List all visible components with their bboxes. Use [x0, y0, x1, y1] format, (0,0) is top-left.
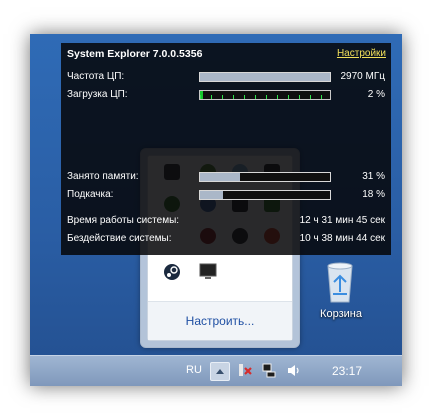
uptime-label: Время работы системы:: [67, 215, 180, 226]
clock[interactable]: 23:17: [332, 364, 362, 378]
settings-link[interactable]: Настройки: [337, 48, 386, 59]
idle-label: Бездействие системы:: [67, 233, 172, 244]
swap-row: Подкачка: 18 %: [67, 189, 385, 203]
monitor-icon[interactable]: [198, 262, 218, 282]
cpu-frequency-value: 2970 МГц: [340, 71, 386, 82]
recycle-bin-icon: [324, 260, 356, 304]
action-center-icon[interactable]: [237, 363, 253, 378]
swap-value: 18 %: [362, 189, 385, 200]
cpu-load-bar: [199, 90, 331, 100]
memory-row: Занято памяти: 31 %: [67, 171, 385, 185]
uptime-row: Время работы системы: 12 ч 31 мин 45 сек: [67, 215, 385, 229]
swap-bar: [199, 190, 331, 200]
swap-label: Подкачка:: [67, 189, 114, 200]
volume-icon[interactable]: [286, 363, 302, 378]
cpu-load-ticks: [200, 95, 330, 99]
memory-bar: [199, 172, 331, 182]
swap-fill: [200, 191, 224, 199]
memory-fill: [200, 173, 241, 181]
customize-link[interactable]: Настроить...: [148, 301, 292, 340]
recycle-bin-label: Корзина: [320, 308, 362, 320]
cpu-load-value: 2 %: [367, 89, 385, 100]
cpu-frequency-bar: [199, 72, 331, 82]
cpu-frequency-label: Частота ЦП:: [67, 71, 125, 82]
memory-value: 31 %: [362, 171, 385, 182]
system-explorer-widget: System Explorer 7.0.0.5356 Настройки Час…: [61, 43, 391, 255]
idle-row: Бездействие системы: 10 ч 38 мин 44 сек: [67, 233, 385, 247]
uptime-value: 12 ч 31 мин 45 сек: [299, 215, 385, 226]
cpu-frequency-fill: [200, 73, 330, 81]
language-indicator[interactable]: RU: [186, 364, 202, 376]
cpu-load-label: Загрузка ЦП:: [67, 89, 128, 100]
show-hidden-icons-icon[interactable]: [210, 362, 230, 381]
cpu-frequency-row: Частота ЦП: 2970 МГц: [67, 71, 385, 85]
memory-label: Занято памяти:: [67, 171, 139, 182]
desktop: Настроить... System Explorer 7.0.0.5356 …: [30, 34, 402, 386]
steam-icon[interactable]: [164, 264, 180, 280]
idle-value: 10 ч 38 мин 44 сек: [299, 233, 385, 244]
cpu-load-row: Загрузка ЦП: 2 %: [67, 89, 385, 103]
widget-title: System Explorer 7.0.0.5356: [67, 48, 203, 60]
network-icon[interactable]: [261, 363, 277, 378]
taskbar: RU 23:17: [30, 355, 402, 386]
